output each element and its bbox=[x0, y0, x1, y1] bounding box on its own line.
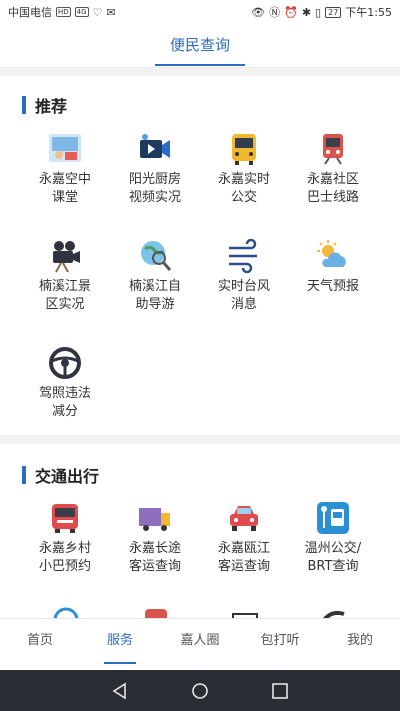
nav-mine[interactable]: 我的 bbox=[320, 619, 400, 670]
section-title-recommend: 推荐 bbox=[22, 93, 67, 117]
bluetooth-icon: ✱ bbox=[301, 5, 312, 19]
grid-item-wenzhou-brt[interactable]: 温州公交/ BRT查询 bbox=[288, 500, 378, 576]
peek-icon bbox=[142, 606, 170, 618]
vibrate-icon: ▯ bbox=[315, 5, 322, 19]
weather-icon bbox=[317, 240, 346, 267]
truck-icon bbox=[139, 508, 170, 531]
globe-search-icon bbox=[141, 241, 172, 271]
home-icon[interactable] bbox=[191, 682, 209, 700]
nav-home[interactable]: 首页 bbox=[0, 619, 80, 670]
classroom-icon bbox=[49, 134, 81, 162]
video-camera-icon bbox=[140, 134, 170, 158]
grid-item-sunshine-kitchen[interactable]: 阳光厨房 视频实况 bbox=[110, 131, 200, 207]
grid-item-realtime-bus[interactable]: 永嘉实时 公交 bbox=[199, 131, 289, 207]
nfc-icon: Ⓝ bbox=[269, 5, 281, 19]
system-navigation-bar bbox=[0, 670, 400, 711]
car-icon bbox=[230, 506, 258, 531]
carrier-label: 中国电信 bbox=[8, 6, 52, 19]
grid-item-typhoon-news[interactable]: 实时台风 消息 bbox=[199, 238, 289, 314]
grid-item-community-bus[interactable]: 永嘉社区 巴士线路 bbox=[288, 131, 378, 207]
signal-badge: 4G bbox=[74, 7, 89, 17]
clock-time: 下午1:55 bbox=[345, 6, 392, 19]
battery-indicator: 27 bbox=[325, 6, 342, 18]
hd-badge: HD bbox=[56, 7, 71, 17]
peek-icon bbox=[52, 606, 80, 618]
alarm-icon: ⏰ bbox=[284, 5, 298, 19]
bottom-navigation: 首页 服务 嘉人圈 包打听 我的 bbox=[0, 618, 400, 670]
grid-item-online-classroom[interactable]: 永嘉空中 课堂 bbox=[20, 131, 110, 207]
status-bar: 中国电信 HD 4G ♡ ✉ 👁 Ⓝ ⏰ ✱ ▯ 27 下午1:55 bbox=[0, 0, 400, 24]
section-divider bbox=[0, 435, 400, 444]
top-tab-bar: 便民查询 bbox=[0, 24, 400, 68]
minibus-icon bbox=[52, 504, 78, 533]
heart-icon: ♡ bbox=[92, 5, 103, 19]
tab-convenience-query[interactable]: 便民查询 bbox=[155, 24, 245, 67]
train-icon bbox=[323, 134, 343, 165]
grid-item-oujiang-passenger[interactable]: 永嘉瓯江 客运查询 bbox=[199, 500, 289, 576]
grid-item-scenic-live[interactable]: 楠溪江景 区实况 bbox=[20, 238, 110, 314]
bus-stop-icon bbox=[317, 502, 349, 534]
grid-item-license-points[interactable]: 驾照违法 减分 bbox=[20, 345, 110, 421]
grid-item-long-distance[interactable]: 永嘉长途 客运查询 bbox=[110, 500, 200, 576]
steering-wheel-icon bbox=[49, 347, 81, 379]
eye-icon: 👁 bbox=[251, 5, 266, 19]
section-title-transport: 交通出行 bbox=[22, 463, 99, 487]
wechat-icon: ✉ bbox=[106, 5, 116, 19]
grid-item-self-guide[interactable]: 楠溪江自 助导游 bbox=[110, 238, 200, 314]
nav-community[interactable]: 嘉人圈 bbox=[160, 619, 240, 670]
peek-icon bbox=[320, 606, 348, 618]
back-icon[interactable] bbox=[111, 682, 129, 700]
nav-services[interactable]: 服务 bbox=[80, 619, 160, 670]
wind-icon bbox=[229, 238, 257, 274]
peek-icon bbox=[231, 606, 259, 618]
section-accent-bar bbox=[22, 466, 26, 484]
recents-icon[interactable] bbox=[271, 682, 289, 700]
section-accent-bar bbox=[22, 96, 26, 114]
grid-item-rural-minibus[interactable]: 永嘉乡村 小巴预约 bbox=[20, 500, 110, 576]
nav-ask[interactable]: 包打听 bbox=[240, 619, 320, 670]
bus-icon bbox=[232, 134, 256, 165]
grid-item-weather-forecast[interactable]: 天气预报 bbox=[288, 238, 378, 296]
film-camera-icon bbox=[53, 241, 80, 273]
section-divider bbox=[0, 68, 400, 76]
